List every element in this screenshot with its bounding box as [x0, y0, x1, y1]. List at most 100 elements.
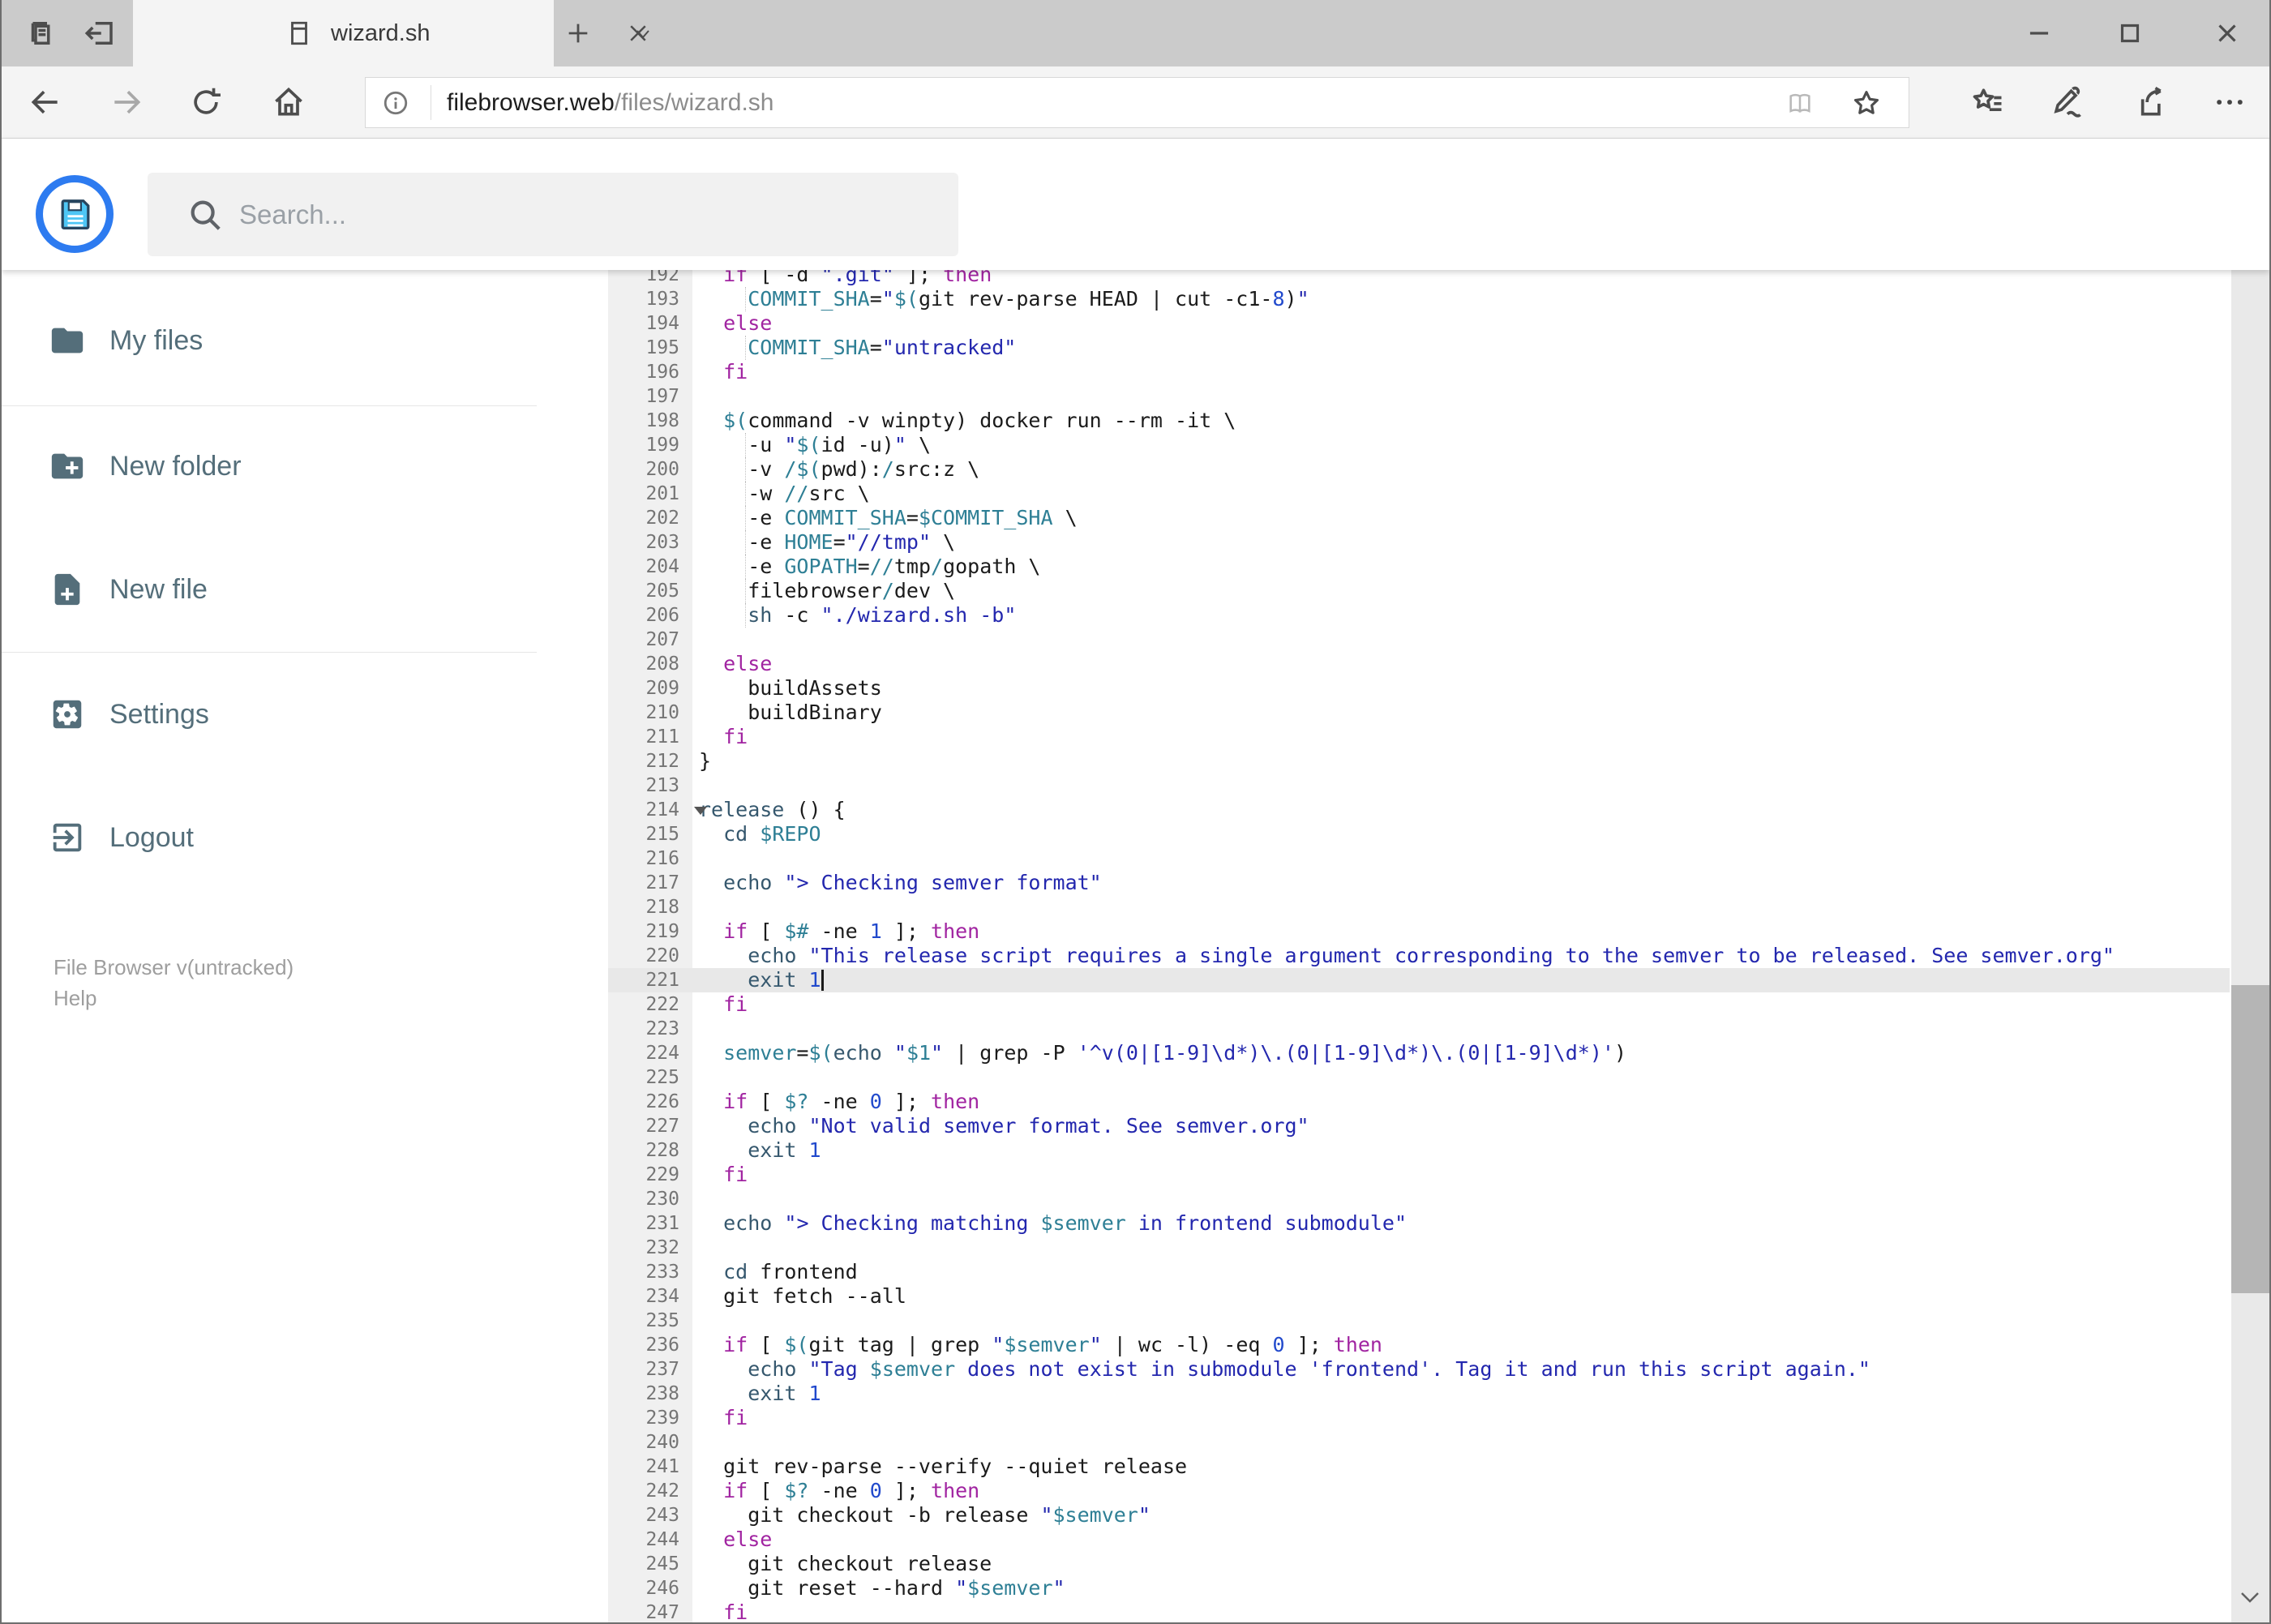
code-line-221[interactable]: 221 exit 1	[608, 968, 2230, 992]
code-line-202[interactable]: 202 -e COMMIT_SHA=$COMMIT_SHA \	[608, 506, 2230, 530]
code-line-212[interactable]: 212}	[608, 749, 2230, 773]
code-line-223[interactable]: 223	[608, 1017, 2230, 1041]
code-line-213[interactable]: 213	[608, 773, 2230, 798]
code-text: buildBinary	[699, 701, 882, 724]
sidebar-item-new-file[interactable]: New file	[2, 552, 537, 627]
code-line-205[interactable]: 205 filebrowser/dev \	[608, 579, 2230, 603]
code-line-246[interactable]: 246 git reset --hard "$semver"	[608, 1576, 2230, 1600]
code-line-229[interactable]: 229 fi	[608, 1163, 2230, 1187]
new-tab-icon[interactable]	[564, 19, 592, 47]
share-icon[interactable]	[2131, 84, 2166, 120]
file-browser-logo[interactable]	[36, 175, 114, 253]
code-line-195[interactable]: 195 COMMIT_SHA="untracked"	[608, 336, 2230, 360]
code-line-216[interactable]: 216	[608, 846, 2230, 871]
code-line-214[interactable]: 214 release () {	[608, 798, 2230, 822]
code-line-237[interactable]: 237 echo "Tag $semver does not exist in …	[608, 1357, 2230, 1382]
code-line-203[interactable]: 203 -e HOME="//tmp" \	[608, 530, 2230, 555]
code-line-232[interactable]: 232	[608, 1236, 2230, 1260]
code-line-217[interactable]: 217 echo "> Checking semver format"	[608, 871, 2230, 895]
code-line-224[interactable]: 224 semver=$(echo "$1" | grep -P '^v(0|[…	[608, 1041, 2230, 1065]
code-line-210[interactable]: 210 buildBinary	[608, 701, 2230, 725]
tab-preview-icon[interactable]	[24, 16, 58, 50]
home-icon[interactable]	[271, 84, 306, 120]
code-line-236[interactable]: 236 if [ $(git tag | grep "$semver" | wc…	[608, 1333, 2230, 1357]
code-line-199[interactable]: 199 -u "$(id -u)" \	[608, 433, 2230, 457]
line-number: 205	[608, 579, 692, 603]
line-number: 234	[608, 1284, 692, 1309]
hub-icon[interactable]	[1970, 84, 2006, 120]
back-icon[interactable]	[28, 84, 63, 120]
code-line-226[interactable]: 226 if [ $? -ne 0 ]; then	[608, 1090, 2230, 1114]
page-scrollbar[interactable]	[2231, 139, 2269, 1622]
code-line-234[interactable]: 234 git fetch --all	[608, 1284, 2230, 1309]
code-line-201[interactable]: 201 -w //src \	[608, 482, 2230, 506]
sidebar-item-new-folder[interactable]: New folder	[2, 429, 537, 503]
forward-icon[interactable]	[109, 84, 144, 120]
code-line-225[interactable]: 225	[608, 1065, 2230, 1090]
help-link[interactable]: Help	[54, 986, 96, 1011]
info-icon[interactable]	[382, 89, 409, 117]
code-line-231[interactable]: 231 echo "> Checking matching $semver in…	[608, 1211, 2230, 1236]
code-line-242[interactable]: 242 if [ $? -ne 0 ]; then	[608, 1479, 2230, 1503]
code-line-219[interactable]: 219 if [ $# -ne 1 ]; then	[608, 919, 2230, 944]
code-line-218[interactable]: 218	[608, 895, 2230, 919]
window-minimize-button[interactable]	[2024, 18, 2055, 49]
scrollbar-thumb[interactable]	[2231, 985, 2269, 1293]
fold-marker-icon[interactable]	[694, 807, 707, 815]
code-line-244[interactable]: 244 else	[608, 1528, 2230, 1552]
code-line-207[interactable]: 207	[608, 628, 2230, 652]
ellipsis-icon[interactable]	[2212, 84, 2247, 120]
code-line-243[interactable]: 243 git checkout -b release "$semver"	[608, 1503, 2230, 1528]
line-number: 204	[608, 555, 692, 579]
code-line-228[interactable]: 228 exit 1	[608, 1138, 2230, 1163]
web-notes-pen-icon[interactable]	[2050, 84, 2085, 120]
code-line-233[interactable]: 233 cd frontend	[608, 1260, 2230, 1284]
code-line-241[interactable]: 241 git rev-parse --verify --quiet relea…	[608, 1455, 2230, 1479]
code-line-227[interactable]: 227 echo "Not valid semver format. See s…	[608, 1114, 2230, 1138]
code-line-194[interactable]: 194 else	[608, 311, 2230, 336]
browser-tab[interactable]: wizard.sh	[133, 0, 646, 66]
search-input[interactable]: Search...	[148, 173, 958, 256]
code-line-204[interactable]: 204 -e GOPATH=//tmp/gopath \	[608, 555, 2230, 579]
code-line-193[interactable]: 193 COMMIT_SHA="$(git rev-parse HEAD | c…	[608, 287, 2230, 311]
sidebar-item-label: Settings	[109, 699, 209, 730]
code-line-235[interactable]: 235	[608, 1309, 2230, 1333]
favorite-star-icon[interactable]	[1851, 88, 1882, 118]
code-line-200[interactable]: 200 -v /$(pwd):/src:z \	[608, 457, 2230, 482]
code-line-238[interactable]: 238 exit 1	[608, 1382, 2230, 1406]
address-bar[interactable]: filebrowser.web/files/wizard.sh	[365, 77, 1909, 128]
code-text: if [ $? -ne 0 ]; then	[723, 1090, 980, 1113]
code-editor[interactable]: 192 if [ -d ".git" ]; then 193 COMMIT_SHA…	[608, 270, 2230, 1622]
code-line-247[interactable]: 247 fi	[608, 1600, 2230, 1622]
window-maximize-button[interactable]	[2115, 18, 2145, 49]
sidebar-item-settings[interactable]: Settings	[2, 677, 537, 752]
sidebar-item-my-files[interactable]: My files	[2, 303, 537, 378]
scroll-down-icon[interactable]	[2238, 1585, 2262, 1609]
reading-view-icon[interactable]	[1786, 89, 1814, 117]
code-line-211[interactable]: 211 fi	[608, 725, 2230, 749]
code-line-222[interactable]: 222 fi	[608, 992, 2230, 1017]
window-close-button[interactable]	[2212, 18, 2243, 49]
line-number: 221	[608, 968, 692, 992]
code-line-215[interactable]: 215 cd $REPO	[608, 822, 2230, 846]
code-line-196[interactable]: 196 fi	[608, 360, 2230, 384]
code-line-209[interactable]: 209 buildAssets	[608, 676, 2230, 701]
code-line-230[interactable]: 230	[608, 1187, 2230, 1211]
tab-list-chevron-icon[interactable]	[631, 24, 655, 44]
code-line-206[interactable]: 206 sh -c "./wizard.sh -b"	[608, 603, 2230, 628]
code-line-197[interactable]: 197	[608, 384, 2230, 409]
code-line-208[interactable]: 208 else	[608, 652, 2230, 676]
code-text: filebrowser/dev \	[699, 579, 956, 603]
code-line-245[interactable]: 245 git checkout release	[608, 1552, 2230, 1576]
line-number: 209	[608, 676, 692, 701]
code-line-192[interactable]: 192 if [ -d ".git" ]; then	[608, 270, 2230, 287]
url-text[interactable]: filebrowser.web/files/wizard.sh	[447, 78, 774, 127]
sidebar-item-logout[interactable]: Logout	[2, 800, 537, 875]
tabs-set-aside-icon[interactable]	[83, 16, 117, 50]
refresh-icon[interactable]	[188, 84, 224, 120]
code-line-198[interactable]: 198 $(command -v winpty) docker run --rm…	[608, 409, 2230, 433]
code-line-220[interactable]: 220 echo "This release script requires a…	[608, 944, 2230, 968]
code-line-240[interactable]: 240	[608, 1430, 2230, 1455]
code-line-239[interactable]: 239 fi	[608, 1406, 2230, 1430]
line-number: 230	[608, 1187, 692, 1211]
